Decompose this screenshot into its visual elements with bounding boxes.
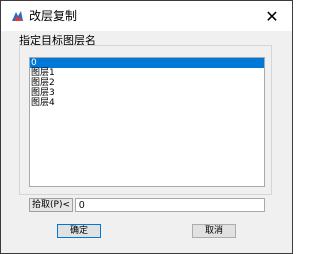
pick-button[interactable]: 拾取(P)< [29, 198, 73, 212]
layer-list-item[interactable]: 图层3 [30, 88, 264, 98]
title-bar: 改层复制 ✕ [1, 1, 292, 31]
close-button[interactable]: ✕ [252, 1, 292, 31]
layer-list-item[interactable]: 0 [30, 58, 264, 68]
cancel-button[interactable]: 取消 [192, 224, 236, 238]
dialog-window: 改层复制 ✕ 指定目标图层名 0图层1图层2图层3图层4 拾取(P)< 确定 取… [0, 0, 293, 254]
layer-list-item[interactable]: 图层4 [30, 98, 264, 108]
app-icon [12, 11, 23, 21]
close-icon: ✕ [265, 6, 279, 26]
layer-listbox[interactable]: 0 图层1 图层2 图层3 图层4 [29, 57, 265, 187]
dialog-title: 改层复制 [29, 9, 78, 23]
ok-button[interactable]: 确定 [57, 224, 101, 238]
layer-list-item[interactable]: 图层1 [30, 68, 264, 78]
layer-name-input[interactable] [75, 198, 265, 212]
layer-list-item[interactable]: 图层2 [30, 78, 264, 88]
